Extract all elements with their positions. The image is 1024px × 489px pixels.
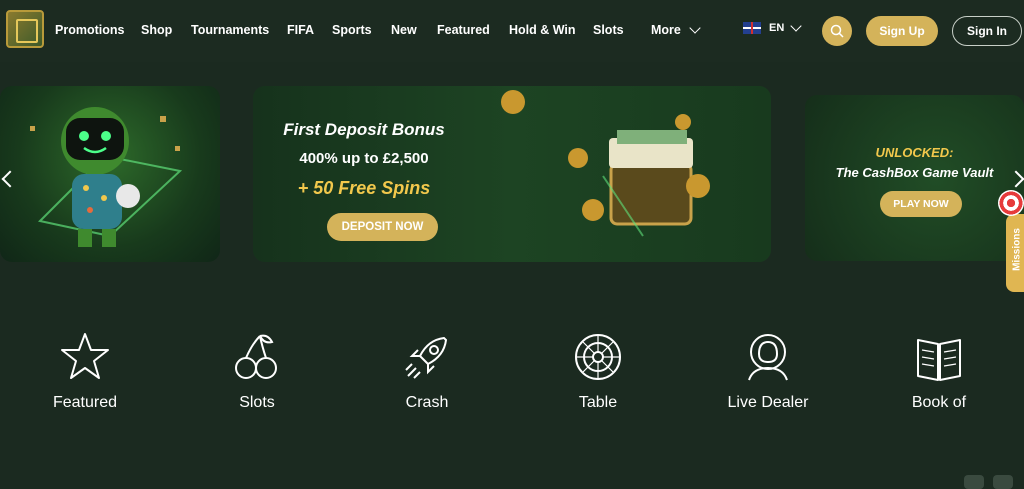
nav-more-label: More xyxy=(651,23,681,37)
category-table[interactable]: Table xyxy=(528,330,668,412)
search-button[interactable] xyxy=(822,16,852,46)
bonus-amount: 400% up to £2,500 xyxy=(299,150,429,167)
target-icon xyxy=(998,190,1024,216)
category-label: Live Dealer xyxy=(727,394,809,411)
book-icon xyxy=(917,339,961,381)
dealer-icon xyxy=(748,334,788,381)
banner-game-vault[interactable]: UNLOCKED: The CashBox Game Vault PLAY NO… xyxy=(805,95,1024,261)
star-icon xyxy=(61,333,109,379)
vault-title: The CashBox Game Vault xyxy=(835,165,994,180)
nav-featured[interactable]: Featured xyxy=(437,23,490,37)
chevron-down-icon xyxy=(689,22,701,34)
signin-button[interactable]: Sign In xyxy=(952,16,1022,46)
top-navigation: Promotions Shop Tournaments FIFA Sports … xyxy=(0,0,1024,62)
signup-button[interactable]: Sign Up xyxy=(866,16,938,46)
categories-next-button[interactable] xyxy=(993,475,1013,489)
banner-mascot[interactable] xyxy=(0,86,220,262)
nav-hold-and-win[interactable]: Hold & Win xyxy=(509,23,576,37)
nav-new[interactable]: New xyxy=(391,23,417,37)
missions-tab[interactable]: Missions xyxy=(1006,214,1024,292)
categories-prev-button[interactable] xyxy=(964,475,984,489)
vault-heading: UNLOCKED: xyxy=(875,145,954,160)
nav-tournaments[interactable]: Tournaments xyxy=(191,23,269,37)
category-book-of[interactable]: Book of xyxy=(869,330,1009,412)
mascot-illustration xyxy=(30,107,183,247)
cherry-icon xyxy=(235,334,277,379)
deposit-now-button[interactable]: DEPOSIT NOW xyxy=(327,213,438,241)
banner-first-deposit[interactable]: First Deposit Bonus 400% up to £2,500 + … xyxy=(253,86,771,262)
language-selector[interactable]: EN xyxy=(743,20,802,34)
nav-sports[interactable]: Sports xyxy=(332,23,372,37)
nav-slots[interactable]: Slots xyxy=(593,23,624,37)
chevron-down-icon xyxy=(790,20,802,32)
roulette-icon xyxy=(575,334,621,380)
bonus-title: First Deposit Bonus xyxy=(283,120,445,139)
category-live-dealer[interactable]: Live Dealer xyxy=(698,330,838,412)
treasure-chest-illustration xyxy=(501,90,710,237)
category-crash[interactable]: Crash xyxy=(357,330,497,412)
category-label: Slots xyxy=(239,394,275,411)
cashbox-logo[interactable] xyxy=(6,10,44,48)
nav-shop[interactable]: Shop xyxy=(141,23,172,37)
nav-more[interactable]: More xyxy=(651,22,701,37)
language-code: EN xyxy=(769,22,785,34)
uk-flag-icon xyxy=(743,22,761,34)
category-slots[interactable]: Slots xyxy=(187,330,327,412)
nav-promotions[interactable]: Promotions xyxy=(55,23,124,37)
bonus-free-spins: + 50 Free Spins xyxy=(297,178,431,198)
nav-fifa[interactable]: FIFA xyxy=(287,23,314,37)
category-label: Table xyxy=(578,394,618,411)
search-icon xyxy=(830,24,844,38)
category-label: Featured xyxy=(52,394,118,411)
category-label: Crash xyxy=(405,394,449,411)
category-featured[interactable]: Featured xyxy=(15,330,155,412)
category-label: Book of xyxy=(911,394,967,411)
missions-label: Missions xyxy=(1011,228,1023,271)
play-now-button[interactable]: PLAY NOW xyxy=(880,191,962,217)
rocket-icon xyxy=(405,336,448,379)
